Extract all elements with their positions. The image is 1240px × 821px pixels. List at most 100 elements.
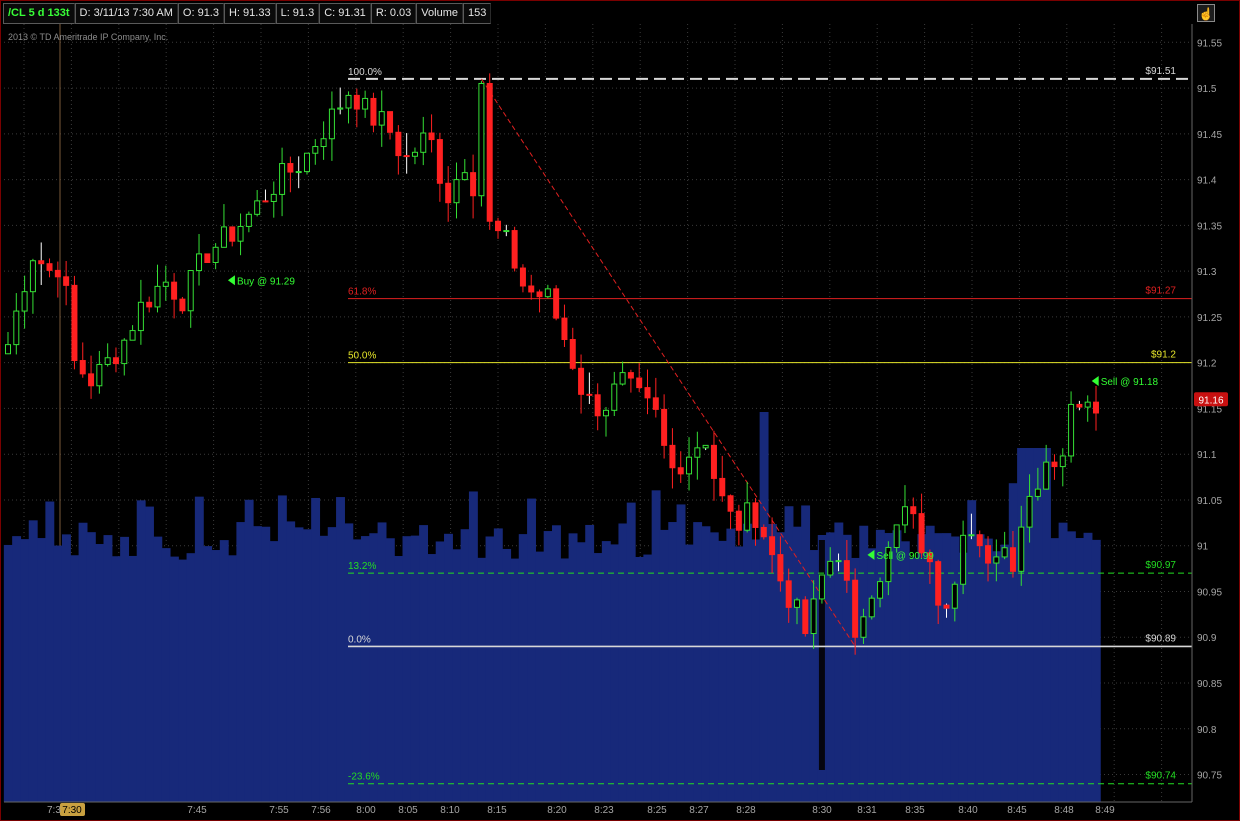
- volume-bar: [186, 553, 196, 802]
- candle-body: [960, 534, 967, 585]
- candle-body: [760, 526, 767, 538]
- candle-body: [229, 226, 236, 242]
- y-tick-label: 90.9: [1197, 633, 1217, 644]
- volume-bar: [360, 536, 370, 802]
- volume-bar: [444, 533, 453, 802]
- x-tick-label: 8:27: [689, 805, 709, 816]
- candle-body: [802, 599, 809, 635]
- candle-body: [1009, 547, 1016, 572]
- volume-bar: [601, 541, 611, 802]
- volume-bar: [668, 522, 678, 802]
- candle-body: [1026, 495, 1033, 528]
- candle-body: [420, 132, 427, 153]
- x-tick-label: 8:28: [736, 805, 756, 816]
- fib-price-label: $91.51: [1145, 66, 1176, 77]
- fib-percent-label: -23.6%: [348, 772, 380, 783]
- candle-body: [702, 444, 709, 449]
- candle-body: [154, 285, 161, 308]
- candle-body: [1034, 488, 1041, 497]
- y-tick-label: 91: [1197, 542, 1209, 553]
- candle-body: [1001, 547, 1008, 558]
- x-tick-label: 8:40: [958, 805, 978, 816]
- volume-bars: [3, 412, 1101, 802]
- volume-bar: [518, 534, 528, 802]
- candle-body: [594, 394, 601, 417]
- candle-body: [769, 536, 776, 556]
- volume-bar: [875, 529, 885, 802]
- candle-body: [611, 383, 618, 411]
- candle-body: [968, 534, 975, 537]
- candle-body: [345, 94, 352, 109]
- volume-bar: [419, 525, 429, 802]
- x-tick-label: 8:23: [594, 805, 614, 816]
- volume-bar: [535, 551, 545, 802]
- candle-body: [777, 554, 784, 582]
- volume-bar: [792, 526, 802, 802]
- volume-bar: [751, 539, 761, 802]
- y-tick-label: 91.3: [1197, 267, 1217, 278]
- candle-body: [21, 291, 28, 312]
- fib-price-label: $90.74: [1145, 771, 1176, 782]
- candle-body: [1051, 461, 1058, 468]
- volume-bar: [1066, 531, 1076, 802]
- volume-bar: [635, 556, 644, 802]
- candle-body: [694, 447, 701, 458]
- candle-body: [320, 138, 327, 148]
- candle-body: [627, 372, 634, 379]
- volume-bar: [61, 534, 71, 802]
- volume-bar: [435, 541, 445, 802]
- volume-bar: [410, 535, 420, 802]
- candle-body: [1093, 401, 1099, 414]
- volume-bar: [136, 500, 146, 802]
- volume-bar: [269, 541, 279, 802]
- order-arrow-icon: [1091, 375, 1099, 386]
- candle-body: [561, 317, 568, 340]
- candle-body: [843, 560, 850, 581]
- volume-bar: [543, 531, 553, 802]
- volume-bar: [385, 538, 395, 802]
- candle-body: [478, 82, 485, 197]
- candle-body: [353, 94, 360, 110]
- volume-bar: [178, 559, 188, 802]
- candle-body: [578, 367, 585, 395]
- candle-body: [295, 171, 302, 174]
- candle-body: [5, 344, 11, 355]
- candle-body: [279, 163, 286, 195]
- candle-body: [378, 111, 385, 126]
- x-tick-label: 8:35: [905, 805, 925, 816]
- x-tick-label: 7:56: [311, 805, 331, 816]
- volume-bar: [801, 505, 811, 802]
- candle-body: [121, 339, 128, 365]
- volume-bar: [1058, 522, 1068, 802]
- candle-body: [752, 502, 759, 528]
- volume-bar: [95, 544, 105, 802]
- candle-body: [519, 267, 526, 287]
- volume-bar: [659, 529, 669, 802]
- candle-body: [88, 373, 95, 387]
- volume-bar: [1075, 538, 1085, 802]
- y-tick-label: 91.2: [1197, 359, 1217, 370]
- volume-bar: [294, 527, 304, 802]
- x-tick-label: 7:45: [187, 805, 207, 816]
- y-tick-label: 90.8: [1197, 725, 1217, 736]
- candle-body: [46, 263, 53, 271]
- y-tick-label: 91.05: [1197, 496, 1222, 507]
- volume-bar: [734, 546, 744, 802]
- x-tick-label: 8:48: [1054, 805, 1074, 816]
- candle-body: [877, 581, 884, 599]
- candle-body: [162, 281, 169, 287]
- volume-bar: [53, 545, 63, 802]
- volume-bar: [859, 525, 869, 802]
- x-tick-label: 7:3: [47, 805, 61, 816]
- y-tick-label: 91.1: [1197, 450, 1217, 461]
- candle-body: [652, 397, 659, 410]
- order-label: Sell @ 91.18: [1101, 377, 1159, 388]
- price-chart[interactable]: 100.0% $91.51 61.8% $91.27 50.0% $91.2 13.2% $9…: [0, 0, 1240, 821]
- volume-bar: [900, 541, 910, 802]
- order-label: Sell @ 90.99: [876, 551, 934, 562]
- candle-body: [453, 179, 460, 204]
- candle-body: [536, 291, 543, 298]
- y-tick-label: 91.4: [1197, 176, 1217, 187]
- candle-body: [1059, 455, 1066, 468]
- candle-body: [918, 513, 925, 554]
